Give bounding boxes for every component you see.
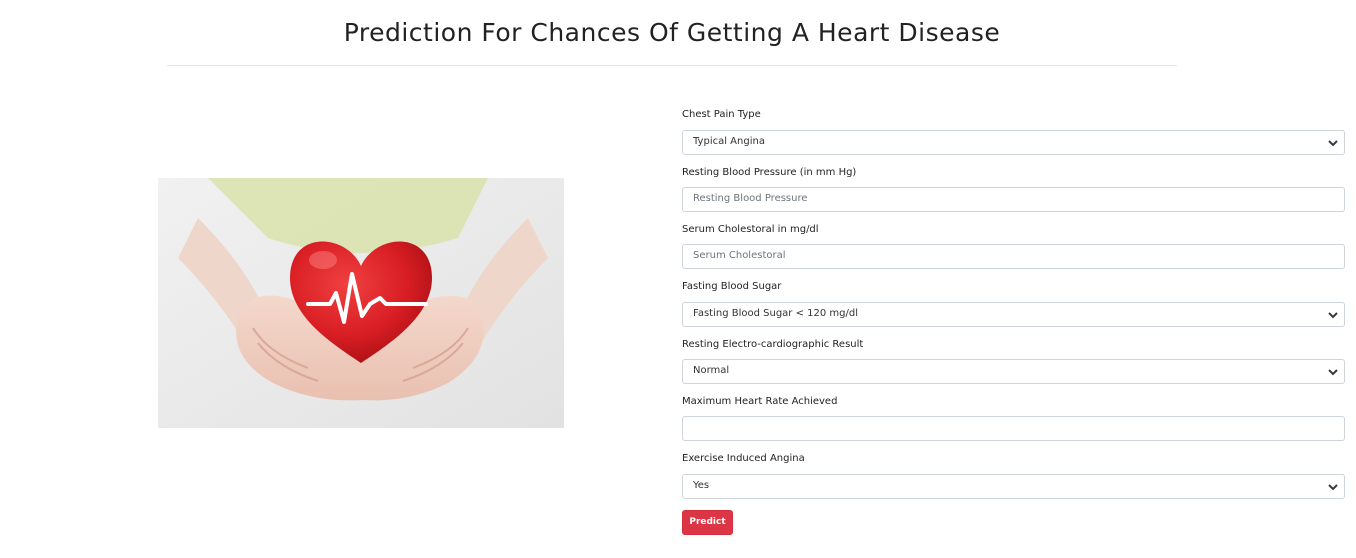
- cholesterol-placeholder: Serum Cholestoral: [693, 250, 786, 261]
- predict-button[interactable]: Predict: [682, 510, 733, 535]
- exercise-angina-selected: Yes: [693, 480, 710, 491]
- resting-bp-label: Resting Blood Pressure (in mm Hg): [682, 167, 857, 178]
- title-divider: [167, 65, 1177, 66]
- chevron-down-icon: [1328, 140, 1338, 147]
- page-title: Prediction For Chances Of Getting A Hear…: [343, 18, 1001, 47]
- page: Prediction For Chances Of Getting A Hear…: [0, 0, 1356, 558]
- max-heart-rate-label: Maximum Heart Rate Achieved: [682, 396, 838, 407]
- chevron-down-icon: [1328, 312, 1338, 319]
- max-heart-rate-input[interactable]: [682, 416, 1345, 441]
- chevron-down-icon: [1328, 484, 1338, 491]
- chevron-down-icon: [1328, 369, 1338, 376]
- resting-bp-input[interactable]: Resting Blood Pressure: [682, 187, 1345, 212]
- heart-in-hands-image: [158, 178, 564, 428]
- ecg-select[interactable]: Normal: [682, 359, 1345, 384]
- ecg-selected: Normal: [693, 365, 730, 376]
- cholesterol-input[interactable]: Serum Cholestoral: [682, 244, 1345, 269]
- ecg-label: Resting Electro-cardiographic Result: [682, 339, 864, 350]
- fasting-sugar-selected: Fasting Blood Sugar < 120 mg/dl: [693, 308, 858, 319]
- chest-pain-select[interactable]: Typical Angina: [682, 130, 1345, 155]
- chest-pain-selected: Typical Angina: [693, 136, 765, 147]
- exercise-angina-select[interactable]: Yes: [682, 474, 1345, 499]
- heart-in-hands-illustration: [158, 178, 564, 428]
- fasting-sugar-select[interactable]: Fasting Blood Sugar < 120 mg/dl: [682, 302, 1345, 327]
- chest-pain-label: Chest Pain Type: [682, 109, 761, 120]
- resting-bp-placeholder: Resting Blood Pressure: [693, 193, 808, 204]
- fasting-sugar-label: Fasting Blood Sugar: [682, 281, 782, 292]
- exercise-angina-label: Exercise Induced Angina: [682, 453, 805, 464]
- cholesterol-label: Serum Cholestoral in mg/dl: [682, 224, 819, 235]
